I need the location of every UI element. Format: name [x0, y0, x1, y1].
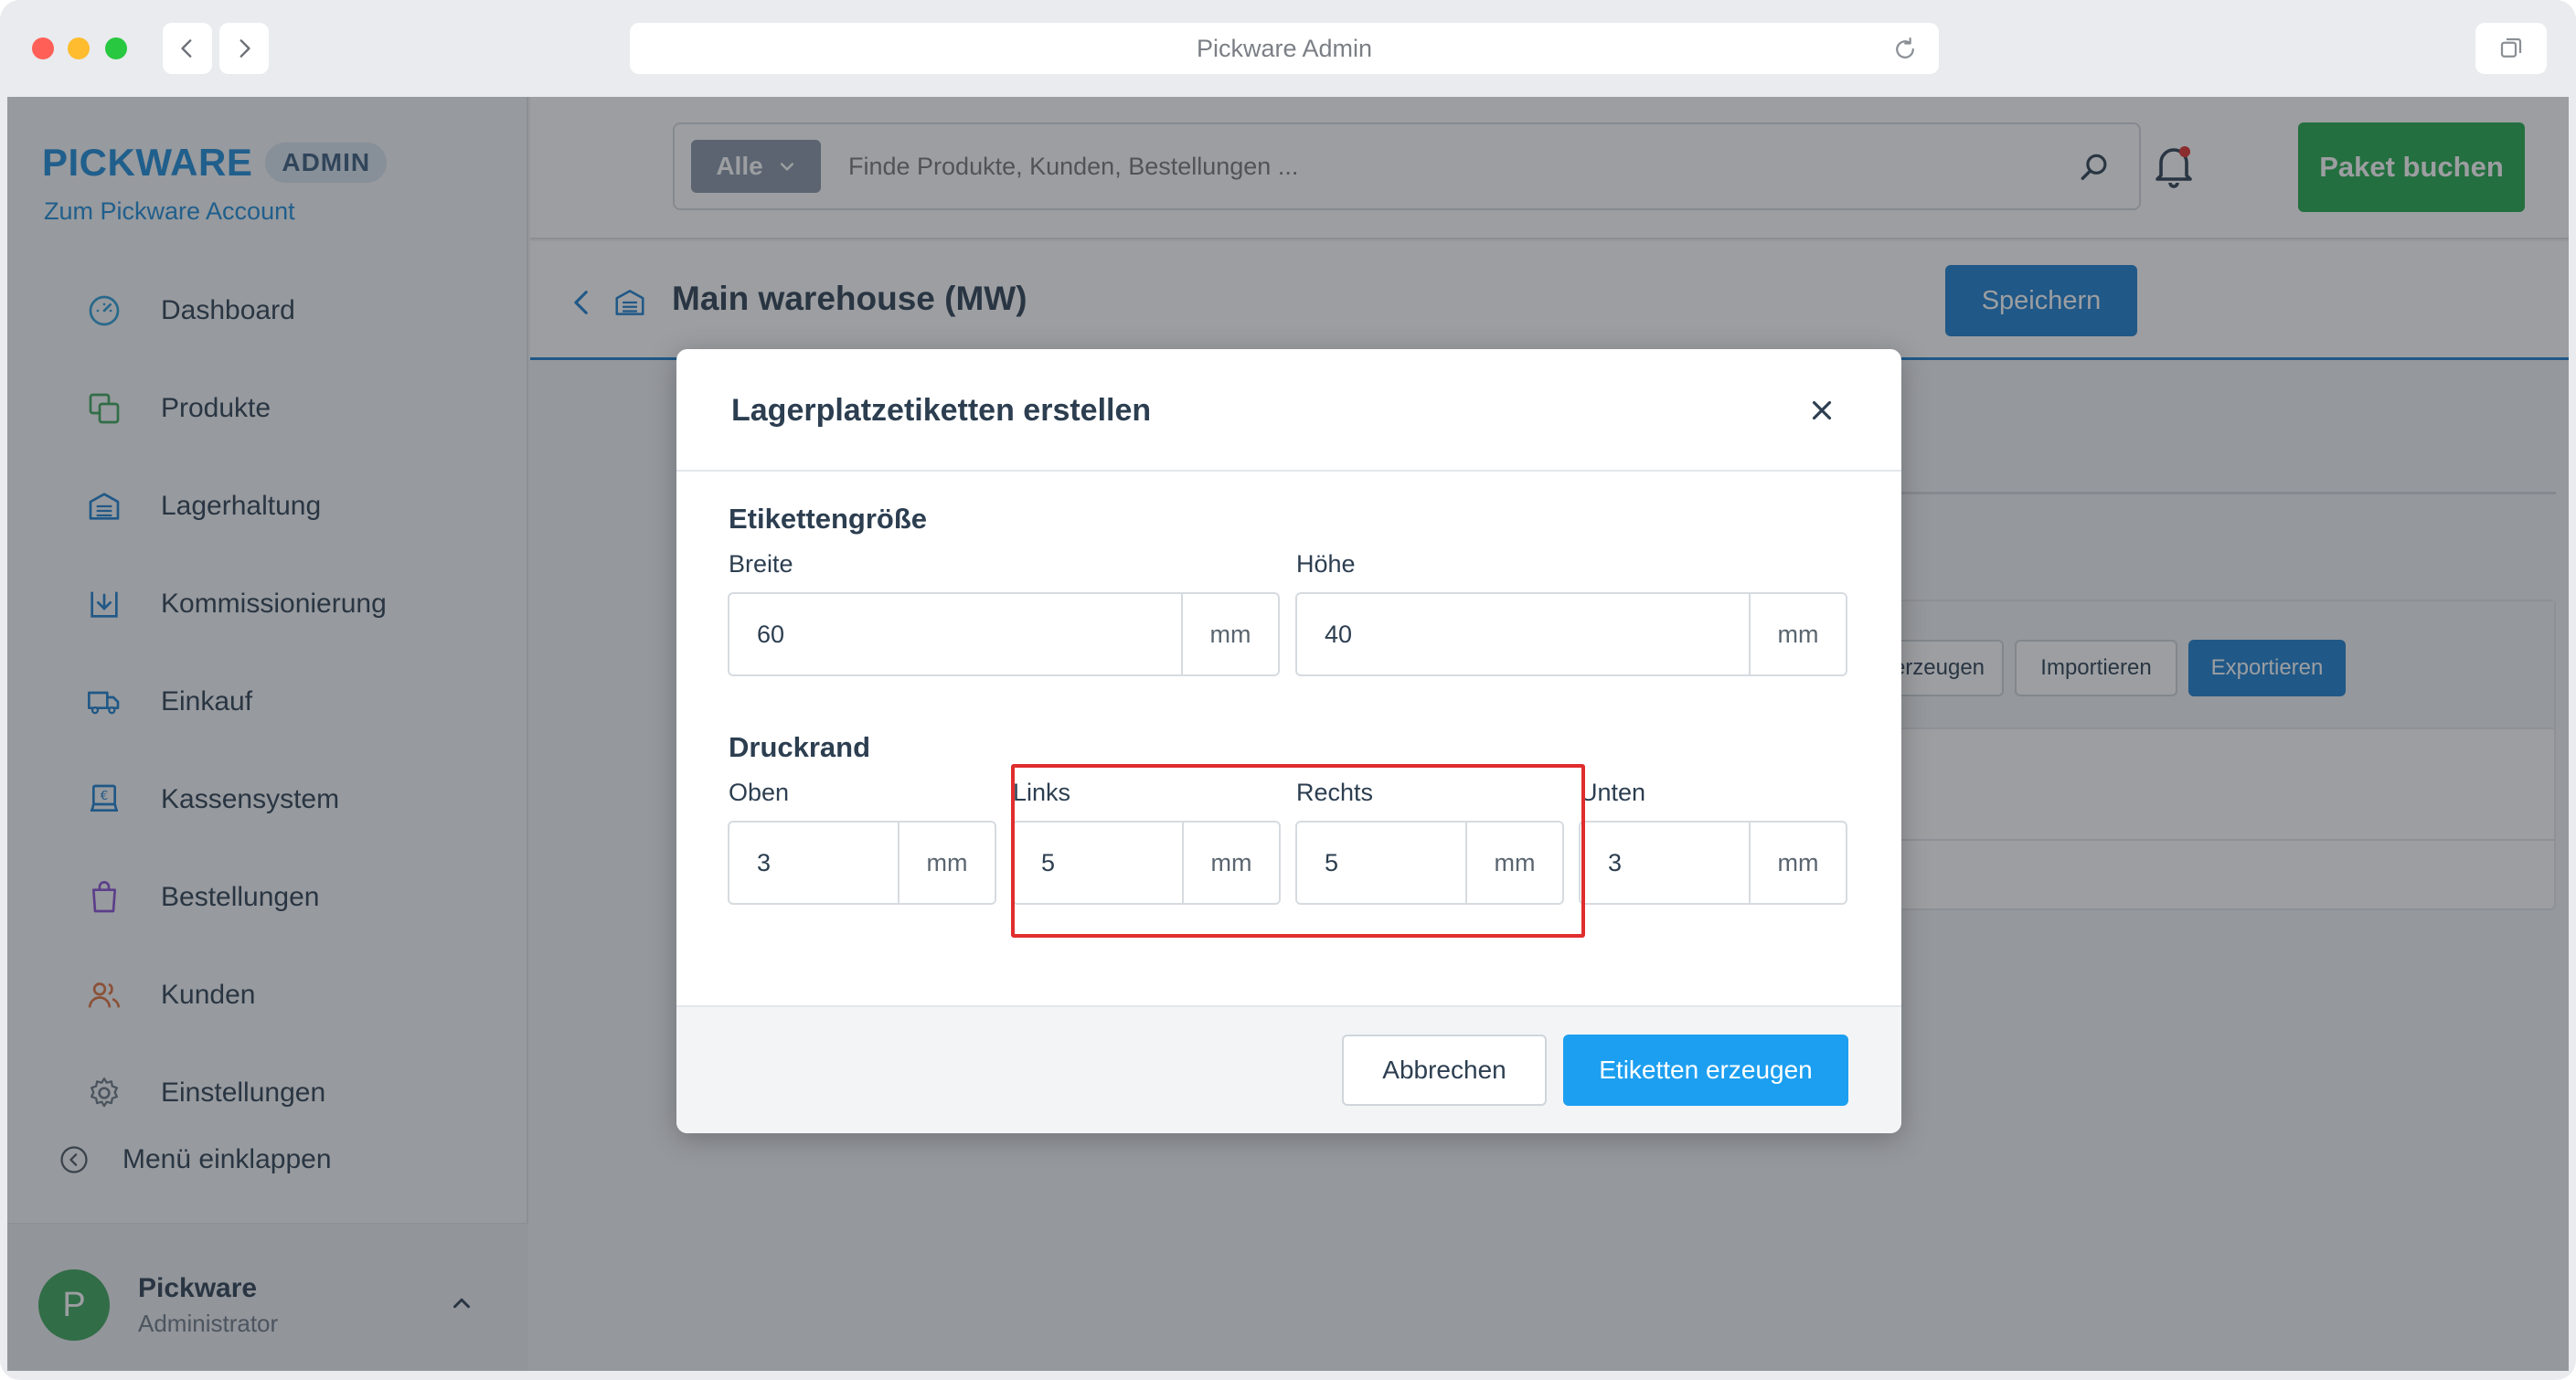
height-field[interactable]: 40 mm	[1295, 592, 1847, 676]
address-bar[interactable]: Pickware Admin	[630, 23, 1939, 74]
browser-back-button[interactable]	[163, 23, 212, 74]
tabs-icon	[2500, 37, 2522, 58]
modal-header: Lagerplatzetiketten erstellen	[676, 349, 1901, 472]
modal-footer: Abbrechen Etiketten erzeugen	[676, 1005, 1901, 1133]
close-icon[interactable]	[1806, 395, 1837, 426]
width-input[interactable]: 60	[729, 594, 1181, 674]
print-margin-section-title: Druckrand	[729, 731, 871, 763]
minimize-window-button[interactable]	[68, 37, 90, 59]
bottom-margin-label: Unten	[1580, 779, 1646, 806]
bottom-margin-unit: mm	[1749, 823, 1846, 903]
generate-labels-confirm-button[interactable]: Etiketten erzeugen	[1563, 1035, 1848, 1106]
address-bar-title: Pickware Admin	[1196, 34, 1373, 62]
close-window-button[interactable]	[32, 37, 54, 59]
label-size-section-title: Etikettengröße	[729, 503, 928, 535]
height-label: Höhe	[1296, 550, 1356, 578]
browser-forward-button[interactable]	[219, 23, 269, 74]
maximize-window-button[interactable]	[105, 37, 127, 59]
bottom-margin-input[interactable]: 3	[1581, 823, 1749, 903]
browser-window: Pickware Admin PICKWARE ADMIN Zum Pickwa…	[0, 0, 2576, 1380]
height-unit: mm	[1749, 594, 1846, 674]
top-margin-field[interactable]: 3 mm	[728, 821, 996, 905]
create-labels-modal: Lagerplatzetiketten erstellen Etiketteng…	[676, 349, 1901, 1133]
reload-icon[interactable]	[1891, 36, 1919, 63]
bottom-margin-field[interactable]: 3 mm	[1579, 821, 1847, 905]
app-root: PICKWARE ADMIN Zum Pickware Account Dash…	[7, 97, 2569, 1371]
top-margin-input[interactable]: 3	[729, 823, 898, 903]
width-field[interactable]: 60 mm	[728, 592, 1280, 676]
height-input[interactable]: 40	[1297, 594, 1749, 674]
chevron-right-icon	[240, 39, 250, 58]
browser-titlebar: Pickware Admin	[0, 0, 2576, 97]
tab-overview-button[interactable]	[2475, 23, 2547, 74]
cancel-button[interactable]: Abbrechen	[1342, 1035, 1547, 1106]
top-margin-unit: mm	[898, 823, 995, 903]
chevron-left-icon	[181, 39, 192, 58]
top-margin-label: Oben	[729, 779, 790, 806]
width-unit: mm	[1181, 594, 1278, 674]
highlight-box	[1011, 764, 1585, 938]
modal-title: Lagerplatzetiketten erstellen	[731, 393, 1152, 428]
width-label: Breite	[729, 550, 793, 578]
